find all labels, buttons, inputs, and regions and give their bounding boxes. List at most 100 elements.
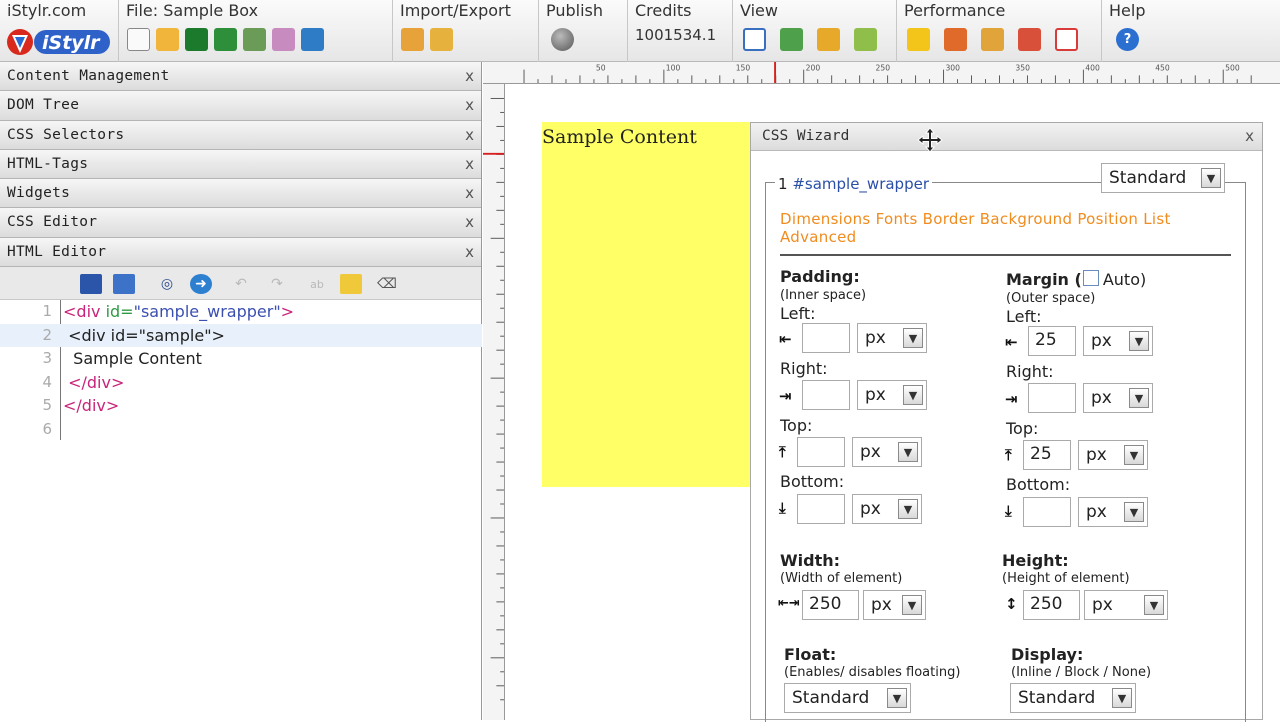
padding-top-unit[interactable]: px ▼ bbox=[852, 437, 922, 467]
margin-bottom-input[interactable] bbox=[1023, 497, 1071, 527]
import-export-label: Import/Export bbox=[400, 1, 511, 20]
ruler-label: 250 bbox=[876, 64, 891, 73]
close-icon[interactable]: x bbox=[465, 67, 474, 85]
unit-value: px bbox=[1086, 445, 1107, 465]
ruler-label: 450 bbox=[1155, 64, 1170, 73]
padding-left-unit[interactable]: px ▼ bbox=[857, 323, 927, 353]
display-select[interactable]: Standard ▼ bbox=[1010, 683, 1136, 713]
redo-icon[interactable]: ↷ bbox=[266, 274, 288, 294]
code-editor[interactable]: 1 <div id="sample_wrapper"> 2 <div id="s… bbox=[0, 300, 482, 720]
margin-right-unit[interactable]: px ▼ bbox=[1083, 383, 1153, 413]
panel-css-selectors[interactable]: CSS Selectors x bbox=[0, 120, 481, 150]
save-as-icon[interactable] bbox=[214, 28, 237, 51]
margin-left-input[interactable]: 25 bbox=[1028, 326, 1076, 356]
performance-doc-icon[interactable] bbox=[1018, 28, 1041, 51]
istylr-logo[interactable]: iStylr bbox=[4, 26, 112, 58]
code-line: 6 bbox=[0, 418, 482, 442]
panel-label: HTML Editor bbox=[7, 243, 107, 260]
open-icon[interactable] bbox=[113, 274, 135, 295]
margin-right-input[interactable] bbox=[1028, 383, 1076, 413]
save-icon[interactable] bbox=[185, 28, 208, 51]
margin-top-input[interactable]: 25 bbox=[1023, 440, 1071, 470]
lightning-icon[interactable] bbox=[907, 28, 930, 51]
close-icon[interactable]: x bbox=[1245, 127, 1254, 145]
save-icon[interactable] bbox=[80, 274, 102, 295]
file-group: File: Sample Box bbox=[118, 0, 392, 62]
width-title: Width: bbox=[780, 551, 841, 570]
chevron-down-icon: ▼ bbox=[887, 688, 907, 708]
wizard-tab-advanced[interactable]: Advanced bbox=[780, 228, 1171, 246]
import-icon[interactable] bbox=[401, 28, 424, 51]
mode-select[interactable]: Standard ▼ bbox=[1101, 163, 1225, 193]
open-folder-icon[interactable] bbox=[156, 28, 179, 51]
help-icon[interactable]: ? bbox=[1116, 28, 1139, 51]
chevron-down-icon: ▼ bbox=[898, 499, 918, 519]
height-title: Height: bbox=[1002, 551, 1069, 570]
selector-name[interactable]: #sample_wrapper bbox=[792, 175, 929, 193]
close-icon[interactable]: x bbox=[465, 155, 474, 173]
close-icon[interactable]: x bbox=[465, 243, 474, 261]
cleanup-brush-icon[interactable] bbox=[340, 274, 362, 295]
margin-auto-checkbox[interactable] bbox=[1082, 270, 1099, 286]
close-icon[interactable]: x bbox=[465, 213, 474, 231]
panel-label: CSS Editor bbox=[7, 214, 98, 231]
panel-css-editor[interactable]: CSS Editor x bbox=[0, 208, 481, 238]
publish-globe-icon[interactable] bbox=[551, 28, 574, 51]
close-icon[interactable]: x bbox=[465, 184, 474, 202]
ruler-label: 400 bbox=[1085, 64, 1100, 73]
undo-icon[interactable]: ↶ bbox=[230, 274, 252, 294]
layout-view-icon[interactable] bbox=[743, 28, 766, 51]
panel-widgets[interactable]: Widgets x bbox=[0, 179, 481, 209]
close-icon[interactable]: x bbox=[465, 126, 474, 144]
padding-bottom-unit[interactable]: px ▼ bbox=[852, 494, 922, 524]
padding-right-unit[interactable]: px ▼ bbox=[857, 380, 927, 410]
find-icon[interactable]: ◎ bbox=[156, 274, 178, 294]
unit-value: px bbox=[1091, 331, 1112, 351]
width-unit[interactable]: px ▼ bbox=[863, 590, 926, 620]
line-number: 6 bbox=[42, 419, 52, 438]
report-icon[interactable] bbox=[981, 28, 1004, 51]
code-line: 1 <div id="sample_wrapper"> bbox=[0, 300, 482, 324]
performance-chart-icon[interactable] bbox=[944, 28, 967, 51]
panel-content-management[interactable]: Content Management x bbox=[0, 62, 481, 92]
ruler-label: 100 bbox=[666, 64, 681, 73]
display-select-value: Standard bbox=[1018, 688, 1096, 708]
arrow-left-bar-icon: ⇤ bbox=[779, 330, 792, 348]
image-view-icon[interactable] bbox=[780, 28, 803, 51]
performance-label: Performance bbox=[904, 1, 1006, 20]
panel-dom-tree[interactable]: DOM Tree x bbox=[0, 91, 481, 121]
publish-group: Publish bbox=[538, 0, 627, 62]
edit-view-icon[interactable] bbox=[854, 28, 877, 51]
css-wizard-header[interactable]: CSS Wizard x bbox=[751, 123, 1262, 153]
preview-icon[interactable] bbox=[301, 28, 324, 51]
panel-html-editor[interactable]: HTML Editor x bbox=[0, 237, 481, 268]
tabs-divider bbox=[780, 254, 1231, 256]
delete-file-icon[interactable] bbox=[243, 28, 266, 51]
padding-bottom-input[interactable] bbox=[797, 494, 845, 524]
performance-monitor-icon[interactable] bbox=[1055, 28, 1078, 51]
widget-view-icon[interactable] bbox=[817, 28, 840, 51]
close-icon[interactable]: x bbox=[465, 96, 474, 114]
padding-top-input[interactable] bbox=[797, 437, 845, 467]
float-select[interactable]: Standard ▼ bbox=[784, 683, 911, 713]
height-unit[interactable]: px ▼ bbox=[1084, 590, 1168, 620]
width-input[interactable]: 250 bbox=[802, 590, 859, 620]
padding-left-input[interactable] bbox=[802, 323, 850, 353]
panel-html-tags[interactable]: HTML-Tags x bbox=[0, 149, 481, 180]
margin-bottom-unit[interactable]: px ▼ bbox=[1078, 497, 1148, 527]
sample-element[interactable]: Sample Content bbox=[542, 122, 752, 487]
export-icon[interactable] bbox=[430, 28, 453, 51]
code-line: 5 </div> bbox=[0, 394, 482, 418]
spellcheck-icon[interactable]: ab bbox=[306, 274, 328, 294]
new-file-icon[interactable] bbox=[127, 28, 150, 51]
margin-top-unit[interactable]: px ▼ bbox=[1078, 440, 1148, 470]
padding-right-input[interactable] bbox=[802, 380, 850, 410]
properties-icon[interactable] bbox=[272, 28, 295, 51]
wizard-tabs-row[interactable]: Dimensions Fonts Border Background Posit… bbox=[780, 210, 1171, 228]
height-input[interactable]: 250 bbox=[1023, 590, 1080, 620]
eraser-icon[interactable]: ⌫ bbox=[376, 274, 398, 294]
go-icon[interactable]: ➜ bbox=[190, 274, 212, 295]
wizard-tabs[interactable]: Dimensions Fonts Border Background Posit… bbox=[780, 210, 1171, 246]
margin-left-unit[interactable]: px ▼ bbox=[1083, 326, 1153, 356]
line-number: 5 bbox=[42, 396, 52, 415]
